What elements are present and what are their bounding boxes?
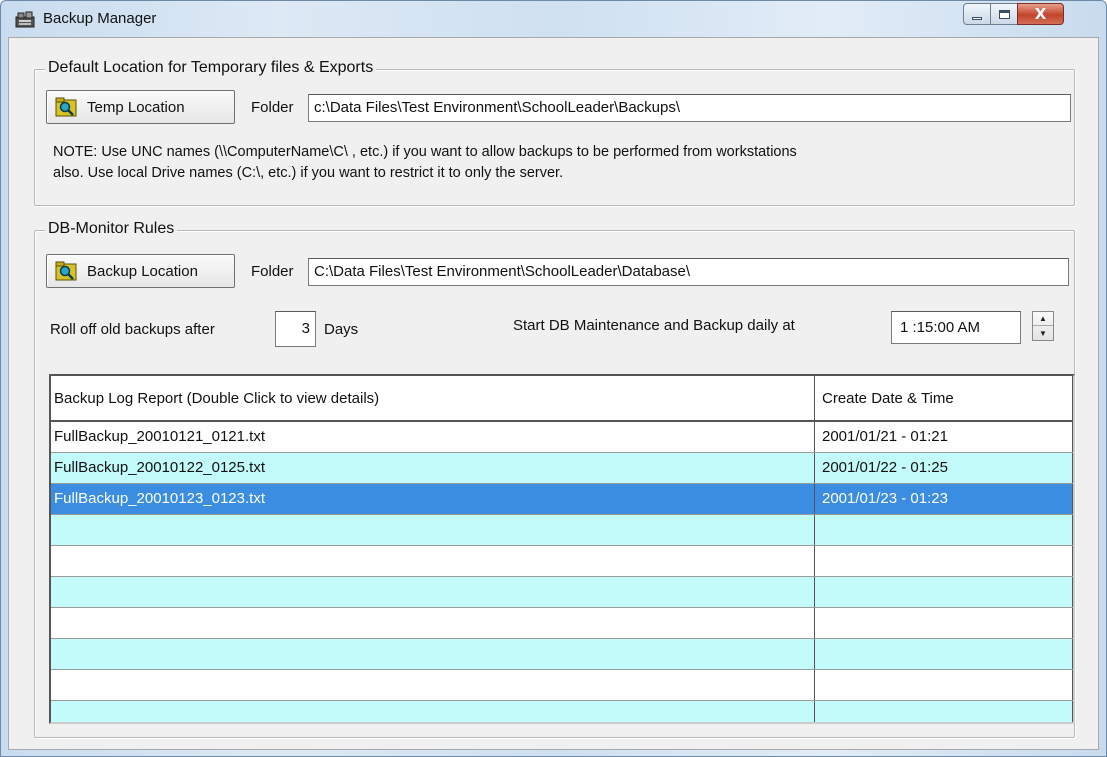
table-row[interactable]: FullBackup_20010121_0121.txt 2001/01/21 -… — [51, 422, 1073, 453]
folder-search-icon — [55, 261, 77, 281]
dialog-client-area: Default Location for Temporary files & E… — [8, 37, 1099, 750]
minimize-button[interactable] — [963, 3, 991, 25]
create-date-cell — [815, 670, 1073, 700]
create-date-cell — [815, 701, 1073, 722]
log-file-cell — [51, 577, 815, 607]
log-file-cell — [51, 515, 815, 545]
backup-log-grid[interactable]: Backup Log Report (Double Click to view … — [49, 374, 1075, 724]
log-file-cell — [51, 546, 815, 576]
backup-location-button-label: Backup Location — [87, 262, 198, 280]
backup-folder-label: Folder — [251, 263, 294, 280]
folder-search-icon — [55, 97, 77, 117]
backup-manager-window: Backup Manager X Default Location for Te… — [0, 0, 1107, 757]
maintenance-time-input[interactable]: 1 :15:00 AM — [891, 311, 1021, 344]
table-row[interactable] — [51, 639, 1073, 670]
maximize-button[interactable] — [990, 3, 1018, 25]
create-date-cell — [815, 546, 1073, 576]
log-file-cell: FullBackup_20010123_0123.txt — [51, 484, 815, 514]
rolloff-label: Roll off old backups after — [50, 321, 215, 338]
create-date-cell: 2001/01/23 - 01:23 — [815, 484, 1073, 514]
close-button[interactable]: X — [1017, 3, 1064, 25]
minimize-icon — [972, 16, 982, 20]
spin-up-icon[interactable]: ▲ — [1033, 312, 1053, 326]
maintenance-time-spinner[interactable]: ▲ ▼ — [1032, 311, 1054, 341]
backup-location-button[interactable]: Backup Location — [46, 254, 235, 288]
create-date-cell: 2001/01/21 - 01:21 — [815, 422, 1073, 452]
window-title: Backup Manager — [43, 10, 157, 27]
table-row[interactable] — [51, 515, 1073, 546]
temp-folder-label: Folder — [251, 99, 294, 116]
unc-note: NOTE: Use UNC names (\\ComputerName\C\ ,… — [53, 142, 797, 184]
temp-location-button-label: Temp Location — [87, 98, 185, 116]
title-bar[interactable]: Backup Manager X — [1, 1, 1106, 37]
table-row[interactable] — [51, 701, 1073, 722]
unc-note-line-1: NOTE: Use UNC names (\\ComputerName\C\ ,… — [53, 144, 797, 160]
table-row[interactable]: FullBackup_20010122_0125.txt 2001/01/22 -… — [51, 453, 1073, 484]
unc-note-line-2: also. Use local Drive names (C:\, etc.) … — [53, 165, 564, 181]
log-file-cell: FullBackup_20010122_0125.txt — [51, 453, 815, 483]
table-row-selected[interactable]: FullBackup_20010123_0123.txt 2001/01/23 -… — [51, 484, 1073, 515]
table-row[interactable] — [51, 608, 1073, 639]
db-monitor-rules-group-title: DB-Monitor Rules — [45, 220, 178, 238]
maintenance-time-label: Start DB Maintenance and Backup daily at — [513, 317, 795, 334]
table-row[interactable] — [51, 670, 1073, 701]
create-date-cell — [815, 577, 1073, 607]
days-label: Days — [324, 321, 359, 338]
create-date-cell — [815, 515, 1073, 545]
column-header-log-report[interactable]: Backup Log Report (Double Click to view … — [51, 376, 815, 420]
table-row[interactable] — [51, 577, 1073, 608]
temp-location-button[interactable]: Temp Location — [46, 90, 235, 124]
table-row[interactable] — [51, 546, 1073, 577]
log-file-cell — [51, 670, 815, 700]
log-file-cell — [51, 608, 815, 638]
create-date-cell — [815, 639, 1073, 669]
log-file-cell — [51, 701, 815, 722]
spin-down-icon[interactable]: ▼ — [1033, 326, 1053, 340]
maximize-icon — [998, 9, 1010, 19]
log-file-cell: FullBackup_20010121_0121.txt — [51, 422, 815, 452]
backup-manager-icon — [15, 11, 35, 28]
column-header-create-date[interactable]: Create Date & Time — [815, 376, 1073, 420]
close-icon: X — [1034, 5, 1047, 23]
create-date-cell — [815, 608, 1073, 638]
temp-folder-input[interactable]: c:\Data Files\Test Environment\SchoolLea… — [308, 94, 1071, 122]
log-file-cell — [51, 639, 815, 669]
backup-folder-input[interactable]: C:\Data Files\Test Environment\SchoolLea… — [308, 258, 1069, 286]
grid-header: Backup Log Report (Double Click to view … — [51, 376, 1073, 422]
rolloff-days-input[interactable]: 3 — [275, 311, 316, 347]
temp-location-group-title: Default Location for Temporary files & E… — [45, 59, 377, 77]
create-date-cell: 2001/01/22 - 01:25 — [815, 453, 1073, 483]
